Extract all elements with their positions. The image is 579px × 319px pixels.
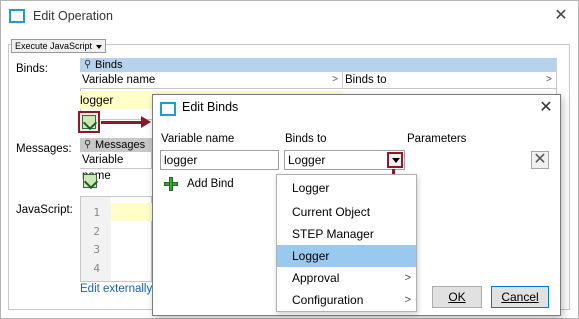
binds-to-value: Logger bbox=[288, 153, 326, 167]
edit-pencil-icon bbox=[82, 115, 98, 131]
column-binds-to: Binds to bbox=[285, 133, 327, 145]
option-label: Logger bbox=[292, 181, 330, 195]
pin-icon[interactable]: ⚲ bbox=[84, 60, 92, 70]
option-label: STEP Manager bbox=[292, 227, 374, 241]
chevron-right-icon: > bbox=[332, 74, 338, 85]
binds-column-variable-name[interactable]: Variable name > bbox=[80, 72, 343, 89]
pin-icon[interactable]: ⚲ bbox=[84, 140, 92, 150]
ok-label: OK bbox=[448, 290, 466, 304]
javascript-current-line bbox=[111, 203, 152, 221]
annotation-arrow-right-head bbox=[141, 116, 151, 128]
chevron-right-icon: > bbox=[404, 272, 411, 284]
dropdown-option-configuration[interactable]: Configuration > bbox=[277, 289, 416, 311]
javascript-label: JavaScript: bbox=[16, 204, 73, 216]
binds-header bbox=[80, 58, 557, 72]
edit-externally-link[interactable]: Edit externally bbox=[80, 283, 152, 295]
window-title: Edit Operation bbox=[33, 9, 113, 23]
line-number: 1 bbox=[93, 206, 100, 219]
window-app-icon bbox=[9, 9, 25, 23]
dialog-title: Edit Binds bbox=[182, 100, 239, 114]
edit-messages-button[interactable] bbox=[82, 173, 99, 190]
chevron-right-icon: > bbox=[546, 74, 552, 85]
binds-column-label: Binds to bbox=[345, 74, 387, 86]
edit-binds-button[interactable] bbox=[78, 111, 100, 133]
binds-column-label: Variable name bbox=[82, 74, 156, 86]
operation-type-value: Execute JavaScript bbox=[15, 41, 93, 51]
add-bind-link[interactable]: Add Bind bbox=[187, 178, 234, 190]
cancel-label: Cancel bbox=[501, 290, 539, 304]
close-icon: ✕ bbox=[533, 151, 547, 168]
dropdown-option-current-object[interactable]: Current Object bbox=[277, 201, 416, 223]
ok-button[interactable]: OK bbox=[432, 286, 482, 308]
line-number: 3 bbox=[93, 243, 100, 256]
option-label: Logger bbox=[292, 249, 330, 263]
chevron-down-icon bbox=[96, 44, 103, 49]
variable-name-input[interactable]: logger bbox=[160, 150, 279, 170]
column-variable-name: Variable name bbox=[161, 133, 235, 145]
dialog-app-icon bbox=[160, 102, 176, 116]
binds-label: Binds: bbox=[16, 63, 48, 75]
line-number: 4 bbox=[93, 262, 100, 275]
window-close-icon[interactable]: ✕ bbox=[550, 5, 572, 27]
option-label: Current Object bbox=[292, 205, 371, 219]
messages-column-variable-name[interactable]: Variable name bbox=[80, 152, 152, 182]
messages-label: Messages: bbox=[16, 143, 72, 155]
option-label: Configuration bbox=[292, 293, 364, 307]
chevron-right-icon: > bbox=[404, 294, 411, 306]
option-label: Approval bbox=[292, 271, 340, 285]
binds-header-title: Binds bbox=[95, 59, 123, 71]
dropdown-option-logger-selected[interactable]: Logger bbox=[277, 245, 416, 267]
remove-bind-button[interactable]: ✕ bbox=[531, 151, 549, 169]
line-number: 2 bbox=[93, 225, 100, 238]
chevron-down-icon bbox=[392, 158, 400, 163]
edit-pencil-icon bbox=[83, 174, 99, 190]
operation-type-select[interactable]: Execute JavaScript bbox=[11, 39, 107, 53]
dropdown-option-step-manager[interactable]: STEP Manager bbox=[277, 223, 416, 245]
binds-to-dropdown-button[interactable] bbox=[387, 152, 403, 168]
dialog-close-icon[interactable]: ✕ bbox=[536, 98, 556, 118]
add-icon[interactable] bbox=[163, 176, 179, 192]
annotation-arrow-right bbox=[101, 121, 143, 124]
dropdown-option-approval[interactable]: Approval > bbox=[277, 267, 416, 289]
cancel-button[interactable]: Cancel bbox=[491, 286, 549, 308]
binds-column-binds-to[interactable]: Binds to > bbox=[343, 72, 557, 89]
messages-header-title: Messages bbox=[95, 139, 146, 151]
dropdown-option-logger[interactable]: Logger bbox=[277, 177, 416, 199]
column-parameters: Parameters bbox=[407, 133, 467, 145]
